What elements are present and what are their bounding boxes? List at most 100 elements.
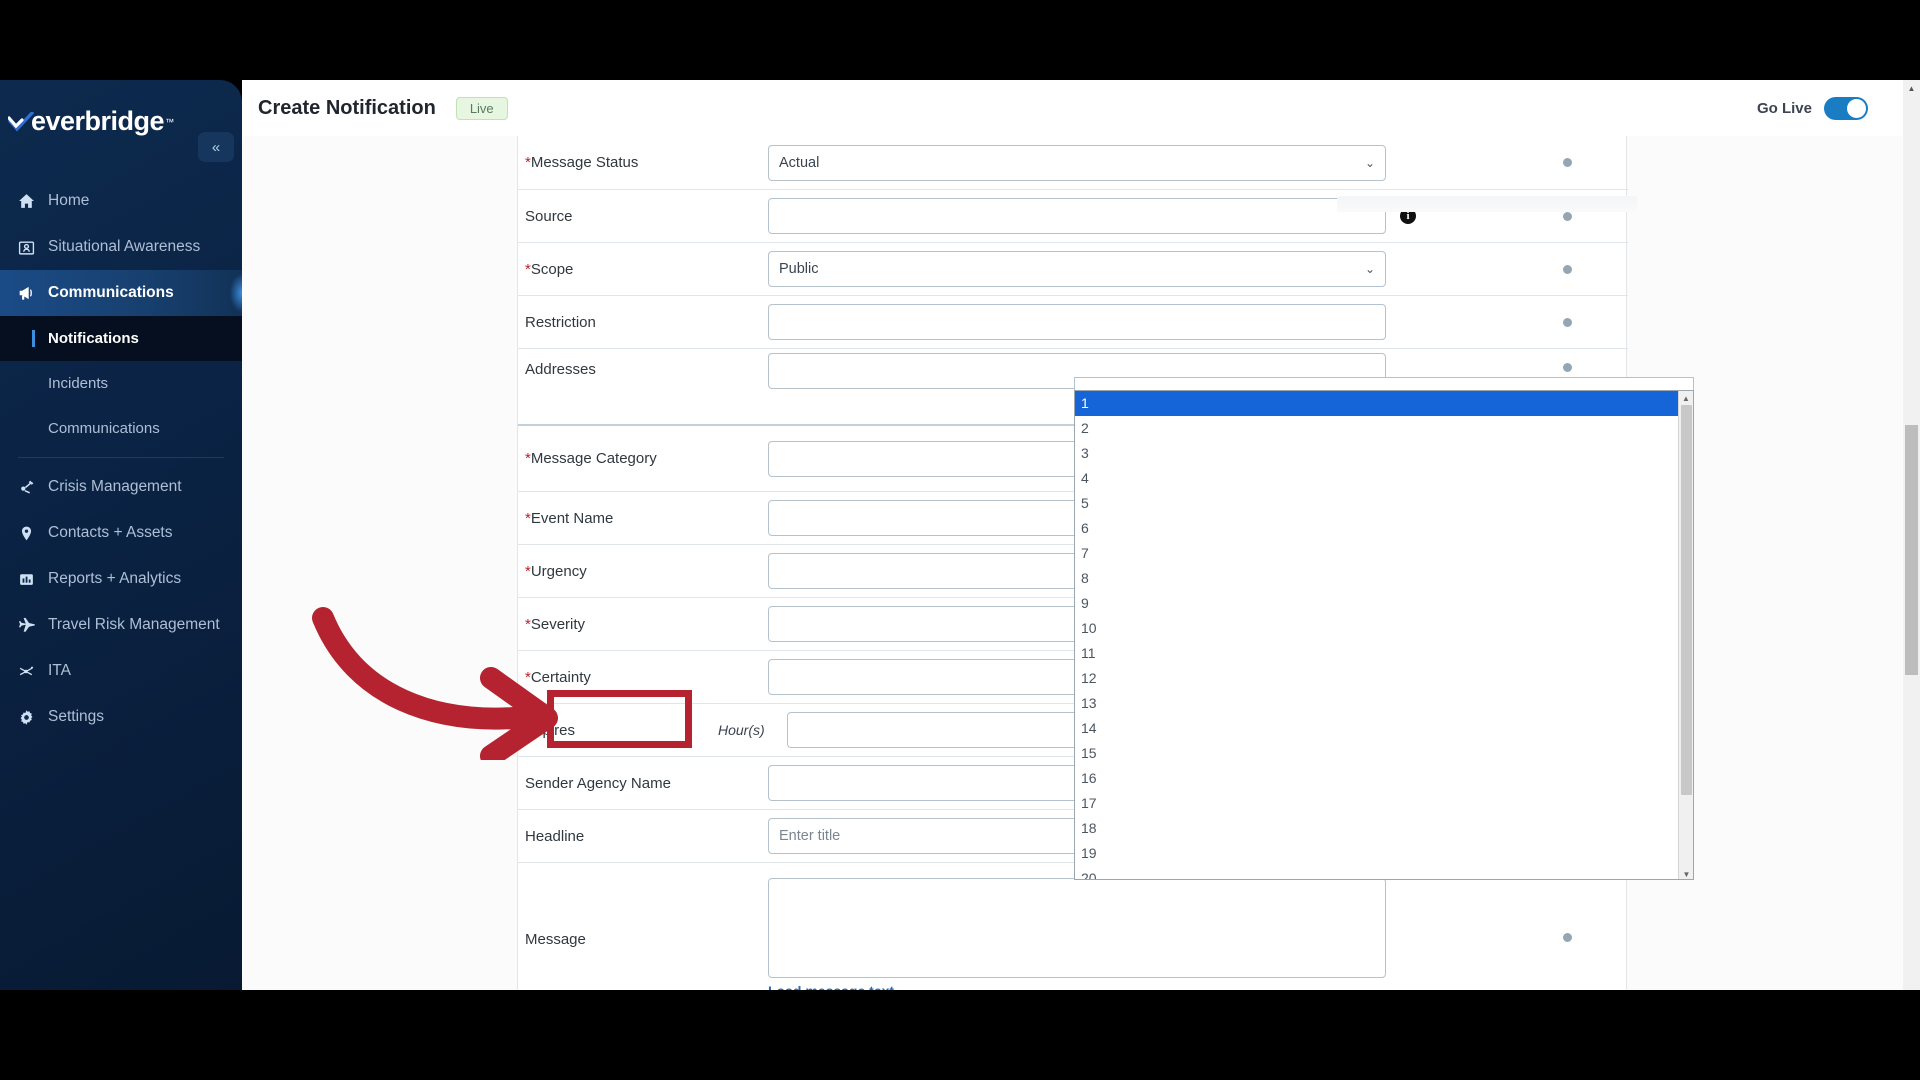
everbridge-check-icon xyxy=(8,110,34,134)
field-control: Load message text xyxy=(768,863,1628,990)
field-control: Actual ⌄ xyxy=(768,144,1628,181)
dropdown-scrollbar[interactable]: ▲ ▼ xyxy=(1678,391,1693,879)
source-input[interactable] xyxy=(768,198,1386,234)
sidebar-item-label: Contacts + Assets xyxy=(48,524,173,541)
sidebar-item-incidents[interactable]: Incidents xyxy=(0,361,242,406)
page-scroll-up-icon[interactable]: ▲ xyxy=(1903,80,1920,97)
field-control: Public ⌄ xyxy=(768,251,1628,287)
page-title: Create Notification xyxy=(258,96,436,119)
page-header: Create Notification Live Go Live xyxy=(242,80,1920,136)
dropdown-option[interactable]: 12 xyxy=(1075,666,1693,691)
chevron-down-icon: ⌄ xyxy=(1364,262,1375,276)
field-label: *Message Status xyxy=(518,154,768,171)
dropdown-option[interactable]: 15 xyxy=(1075,741,1693,766)
scroll-down-arrow-icon[interactable]: ▼ xyxy=(1679,867,1693,879)
sidebar-item-communications-sub[interactable]: Communications xyxy=(0,406,242,451)
page-scrollbar[interactable]: ▲ xyxy=(1903,80,1920,990)
main-content: Create Notification Live Go Live *Messag… xyxy=(242,80,1920,990)
dropdown-option[interactable]: 7 xyxy=(1075,541,1693,566)
home-icon xyxy=(18,193,48,210)
scope-select[interactable]: Public ⌄ xyxy=(768,251,1386,287)
sidebar-item-notifications[interactable]: Notifications xyxy=(0,316,242,361)
dropdown-option[interactable]: 17 xyxy=(1075,791,1693,816)
sidebar-item-label: Settings xyxy=(48,708,105,725)
sidebar-subitem-label: Communications xyxy=(48,420,160,437)
label-text: Event Name xyxy=(530,509,614,527)
dropdown-option[interactable]: 14 xyxy=(1075,716,1693,741)
chevron-double-left-icon: « xyxy=(211,138,221,156)
field-label: Source xyxy=(525,207,573,225)
field-label: *Severity xyxy=(518,616,768,633)
sidebar-item-ita[interactable]: ITA xyxy=(0,648,242,694)
dropdown-option[interactable]: 2 xyxy=(1075,416,1693,441)
message-status-select[interactable]: Actual ⌄ xyxy=(768,144,1386,181)
sidebar-item-label: Reports + Analytics xyxy=(48,570,182,587)
row-status-dot xyxy=(1563,158,1572,167)
dropdown-option[interactable]: 13 xyxy=(1075,691,1693,716)
sidebar-item-contacts-assets[interactable]: Contacts + Assets xyxy=(0,510,242,556)
sidebar-item-label: ITA xyxy=(48,662,71,679)
sidebar-subitem-label: Incidents xyxy=(48,375,109,392)
label-text: Certainty xyxy=(530,668,591,686)
megaphone-icon xyxy=(18,284,48,302)
restriction-input[interactable] xyxy=(768,304,1386,340)
message-textarea[interactable] xyxy=(768,878,1386,978)
dropdown-scroll-thumb[interactable] xyxy=(1681,405,1692,795)
go-live-toggle[interactable] xyxy=(1824,96,1868,120)
dropdown-option[interactable]: 18 xyxy=(1075,816,1693,841)
field-label: Headline xyxy=(525,827,585,845)
label-text: Severity xyxy=(530,615,586,633)
sidebar: everbridge ™ « Home Situational Awarenes… xyxy=(0,80,242,990)
row-status-dot xyxy=(1563,933,1572,942)
label-text: Message Status xyxy=(530,154,639,171)
sidebar-item-label: Situational Awareness xyxy=(48,238,201,255)
sidebar-item-reports-analytics[interactable]: Reports + Analytics xyxy=(0,556,242,602)
header-actions: Go Live xyxy=(1757,96,1920,120)
sidebar-item-settings[interactable]: Settings xyxy=(0,694,242,740)
dropdown-option[interactable]: 10 xyxy=(1075,616,1693,641)
sidebar-nav: Home Situational Awareness Communication… xyxy=(0,178,242,740)
sidebar-item-crisis-management[interactable]: Crisis Management xyxy=(0,464,242,510)
expires-dropdown[interactable]: 1 2 3 4 5 6 7 8 9 10 11 12 13 14 15 16 1… xyxy=(1074,377,1694,880)
sidebar-item-communications[interactable]: Communications xyxy=(0,270,242,316)
sidebar-collapse-button[interactable]: « xyxy=(198,132,234,162)
dropdown-option[interactable]: 1 xyxy=(1075,391,1693,416)
sidebar-divider xyxy=(18,457,224,458)
brand-name: everbridge xyxy=(31,106,165,136)
letterbox-top xyxy=(0,0,1920,80)
dropdown-option[interactable]: 5 xyxy=(1075,491,1693,516)
label-text: Scope xyxy=(530,260,574,278)
field-label: *Certainty xyxy=(518,669,768,686)
dropdown-option[interactable]: 19 xyxy=(1075,841,1693,866)
form-row-message: Message Load message text xyxy=(518,863,1628,990)
sidebar-item-home[interactable]: Home xyxy=(0,178,242,224)
sidebar-item-label: Communications xyxy=(48,284,174,301)
form-row-restriction: Restriction xyxy=(518,296,1628,349)
letterbox-bottom xyxy=(0,990,1920,1080)
dropdown-option[interactable]: 4 xyxy=(1075,466,1693,491)
status-badge: Live xyxy=(455,96,508,120)
dropdown-option[interactable]: 20 xyxy=(1075,866,1693,879)
field-label: *Urgency xyxy=(518,563,768,580)
dropdown-option[interactable]: 6 xyxy=(1075,516,1693,541)
selected-value: Actual xyxy=(779,154,820,171)
dropdown-option[interactable]: 3 xyxy=(1075,441,1693,466)
row-status-dot xyxy=(1563,317,1572,327)
panel-notch xyxy=(1337,196,1637,212)
load-message-text-link[interactable]: Load message text xyxy=(768,983,894,990)
map-pin-person-icon xyxy=(18,239,48,256)
page-scroll-thumb[interactable] xyxy=(1905,425,1918,675)
dropdown-option[interactable]: 11 xyxy=(1075,641,1693,666)
scroll-up-arrow-icon[interactable]: ▲ xyxy=(1679,391,1693,405)
dropdown-option[interactable]: 16 xyxy=(1075,766,1693,791)
location-pin-icon xyxy=(18,525,48,542)
field-label: Message xyxy=(525,931,586,948)
field-label: Sender Agency Name xyxy=(525,774,671,792)
dropdown-option[interactable]: 8 xyxy=(1075,566,1693,591)
sidebar-item-situational-awareness[interactable]: Situational Awareness xyxy=(0,224,242,270)
sidebar-item-label: Travel Risk Management xyxy=(48,616,220,633)
dropdown-option[interactable]: 9 xyxy=(1075,591,1693,616)
sidebar-item-travel-risk-management[interactable]: Travel Risk Management xyxy=(0,602,242,648)
selected-value: Public xyxy=(779,261,819,277)
dropdown-option-list[interactable]: 1 2 3 4 5 6 7 8 9 10 11 12 13 14 15 16 1… xyxy=(1074,390,1694,880)
